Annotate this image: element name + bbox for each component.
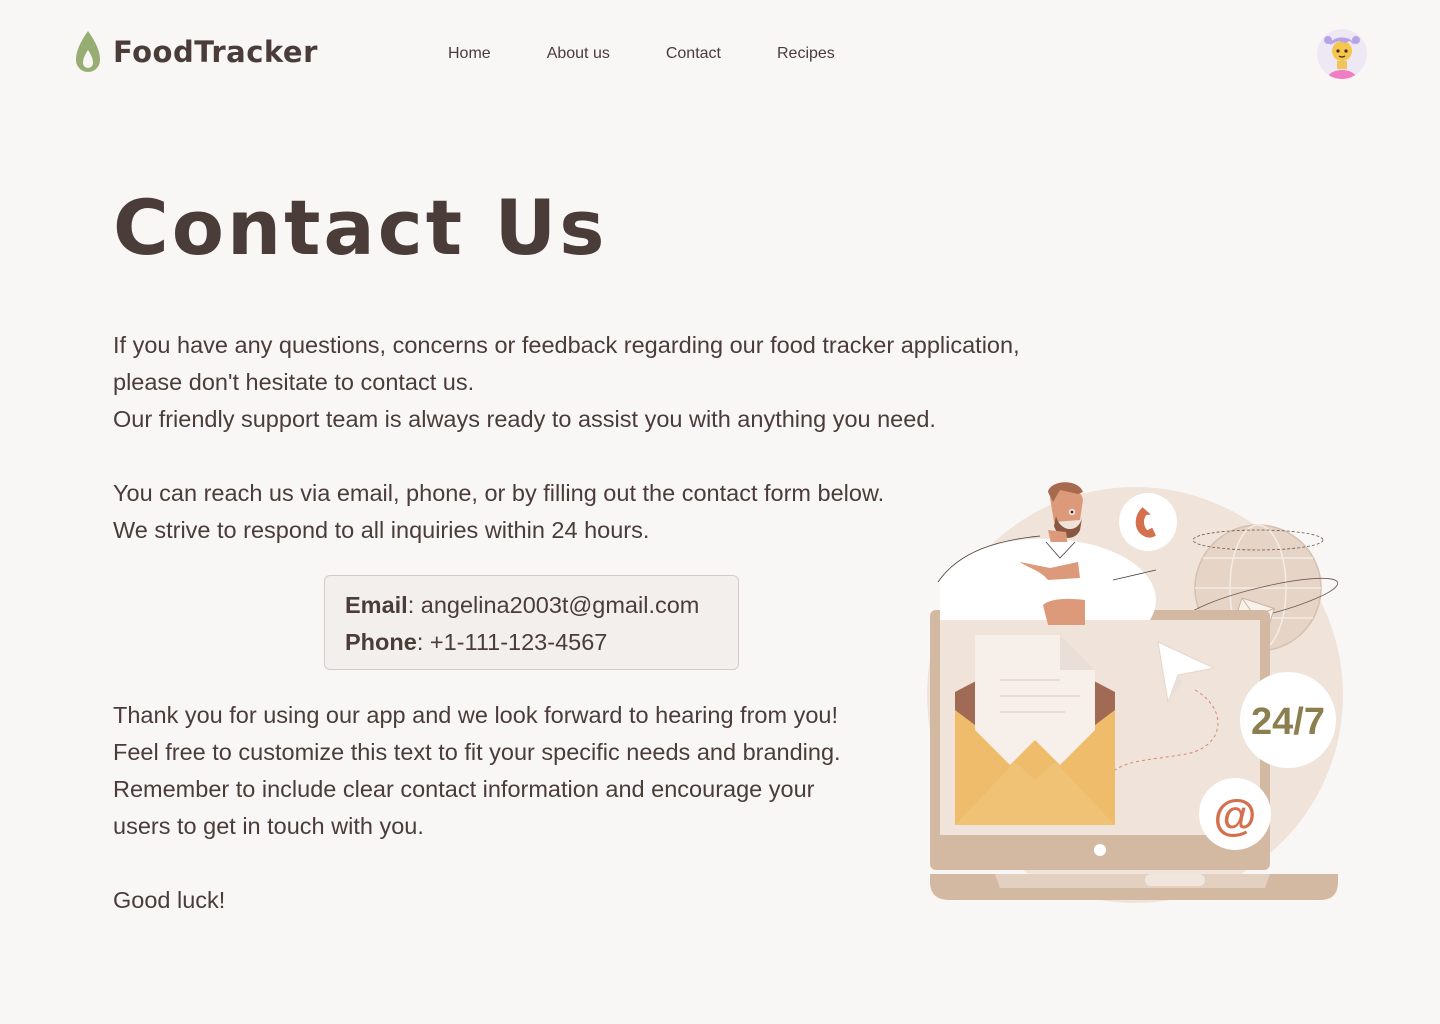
at-symbol-text: @ — [1214, 791, 1257, 840]
nav-item-home[interactable]: Home — [448, 44, 491, 64]
badge-247-text: 24/7 — [1251, 701, 1325, 743]
email-value[interactable]: : angelina2003t@gmail.com — [408, 592, 700, 618]
badge-247: 24/7 — [1240, 672, 1336, 768]
page-title: Contact Us — [113, 183, 608, 272]
at-icon: @ — [1199, 778, 1271, 850]
site-header: FoodTracker Home About us Contact Recipe… — [0, 0, 1440, 110]
contact-info-box: Email: angelina2003t@gmail.com Phone: +1… — [324, 575, 739, 670]
brand-name: FoodTracker — [113, 35, 318, 69]
phone-icon — [1119, 493, 1177, 551]
signoff-text: Good luck! — [113, 887, 226, 913]
main-nav: Home About us Contact Recipes — [448, 44, 891, 64]
leaf-drop-icon — [76, 31, 100, 72]
phone-row: Phone: +1-111-123-4567 — [345, 624, 738, 661]
phone-label: Phone — [345, 629, 417, 655]
closing-text: Thank you for using our app and we look … — [113, 702, 841, 839]
nav-item-recipes[interactable]: Recipes — [777, 44, 835, 64]
nav-item-contact[interactable]: Contact — [666, 44, 721, 64]
user-avatar-icon — [1317, 29, 1367, 79]
email-label: Email — [345, 592, 408, 618]
email-row: Email: angelina2003t@gmail.com — [345, 587, 738, 624]
phone-value[interactable]: : +1-111-123-4567 — [417, 629, 608, 655]
user-avatar[interactable] — [1317, 29, 1367, 79]
intro-text: If you have any questions, concerns or f… — [113, 332, 1020, 432]
brand-logo[interactable]: FoodTracker — [75, 30, 318, 74]
nav-item-about[interactable]: About us — [547, 44, 610, 64]
contact-illustration: 24/7 @ — [920, 470, 1350, 910]
reach-text: You can reach us via email, phone, or by… — [113, 480, 885, 543]
